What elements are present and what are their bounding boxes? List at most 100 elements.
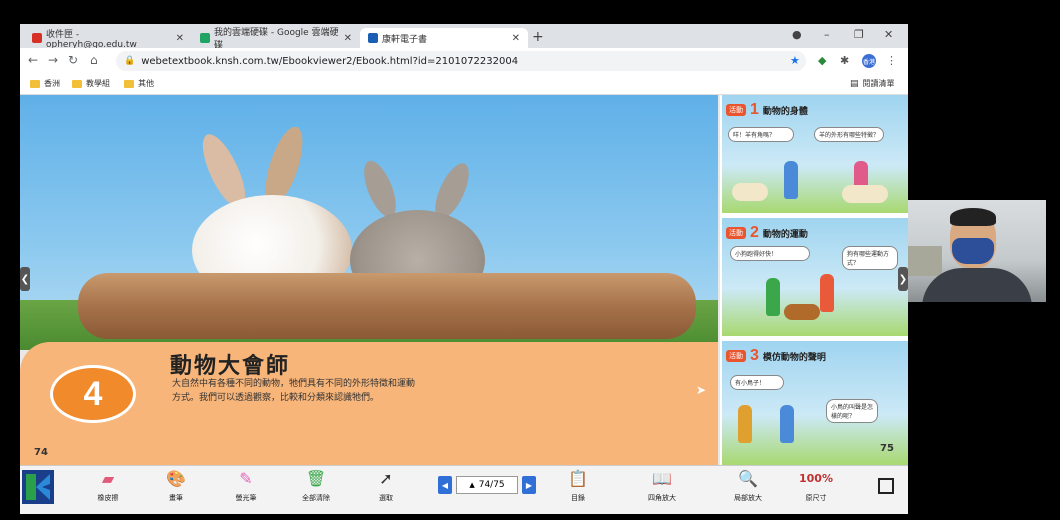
- tool-label: 畫筆: [169, 494, 183, 502]
- tool-label: 選取: [379, 494, 393, 502]
- tab-title: 收件匣 - opheryh@go.edu.tw: [46, 29, 137, 50]
- speech-bubble: 小鳥的叫聲是怎樣的呢？: [826, 399, 878, 423]
- folder-icon: [124, 79, 134, 88]
- activity-number: 2: [750, 224, 759, 241]
- address-bar[interactable]: 🔒 webetextbook.knsh.com.tw/Ebookviewer2/…: [116, 51, 806, 71]
- drive-icon: [200, 33, 210, 43]
- extension-icon[interactable]: ◆: [818, 54, 826, 67]
- select-button[interactable]: ➚ 選取: [358, 468, 414, 503]
- tool-label: 四角放大: [648, 494, 676, 502]
- activity-title: 動物的運動: [762, 229, 808, 240]
- clear-all-button[interactable]: 🗑 全部清除: [288, 468, 344, 503]
- new-tab-icon[interactable]: +: [532, 29, 544, 45]
- bookmark-label: 其他: [138, 79, 154, 88]
- next-page-button[interactable]: ▶: [522, 476, 536, 494]
- activity-number: 1: [750, 101, 759, 118]
- tool-label: 原尺寸: [805, 494, 827, 502]
- lesson-number: 4: [50, 365, 136, 423]
- activity-panel-3: 活動 3 模仿動物的聲明 有小鳥子！ 小鳥的叫聲是怎樣的呢？ 75: [722, 341, 908, 468]
- mouse-cursor-icon: ➤: [696, 383, 707, 397]
- cursor-icon: ➚: [379, 469, 393, 488]
- profile-avatar[interactable]: 香港: [862, 54, 876, 68]
- toc-button[interactable]: 📋 目錄: [550, 468, 606, 503]
- book-icon: 📖: [652, 469, 672, 488]
- tab-title: 康軒電子書: [382, 34, 428, 45]
- tab-strip: 收件匣 - opheryh@go.edu.tw ✕ 我的雲端硬碟 - Googl…: [20, 24, 908, 51]
- child-figure: [738, 405, 752, 443]
- next-page-arrow[interactable]: ❯: [898, 267, 908, 291]
- highlighter-button[interactable]: ✎ 螢光筆: [218, 468, 274, 503]
- eraser-icon: ▰: [101, 469, 115, 488]
- toc-icon: 📋: [568, 469, 588, 488]
- activity-panel-1: 活動 1 動物的身體 咩！羊有角嗎？ 羊的外形有哪些特徵？: [722, 95, 908, 216]
- activity-title: 模仿動物的聲明: [762, 352, 826, 363]
- speech-bubble: 有小鳥子！: [730, 375, 784, 390]
- close-tab-icon[interactable]: ✕: [344, 33, 352, 44]
- lesson-text: 大自然中有各種不同的動物，牠們具有不同的外形特徵和運動方式。我們可以透過觀察，比…: [172, 379, 416, 403]
- tab-ebook[interactable]: 康軒電子書 ✕: [360, 28, 528, 48]
- sheep-figure: [732, 183, 768, 201]
- fullscreen-button[interactable]: [878, 478, 894, 494]
- puzzle-icon[interactable]: ✱: [840, 54, 849, 67]
- partial-zoom-button[interactable]: 🔍 局部放大: [720, 468, 776, 503]
- activity-panel-2: 活動 2 動物的運動 小狗跑得好快！ 狗有哪些運動方式？: [722, 218, 908, 339]
- back-icon[interactable]: ←: [28, 53, 38, 67]
- palette-icon: 🎨: [166, 469, 186, 488]
- bookmark-label: 香洲: [44, 79, 60, 88]
- tab-drive[interactable]: 我的雲端硬碟 - Google 雲端硬碟 ✕: [192, 28, 360, 51]
- prev-page-arrow[interactable]: ❮: [20, 267, 30, 291]
- face-mask: [952, 238, 994, 264]
- folder-icon: [72, 79, 82, 88]
- activity-tag: 活動: [726, 227, 746, 239]
- lesson-title: 動物大會師: [170, 353, 291, 379]
- forward-icon[interactable]: →: [48, 53, 58, 67]
- activity-title: 動物的身體: [762, 106, 808, 117]
- prev-page-button[interactable]: ◀: [438, 476, 452, 494]
- eraser-button[interactable]: ▰ 橡皮擦: [80, 468, 136, 503]
- activity-number: 3: [750, 347, 759, 364]
- child-figure: [820, 274, 834, 312]
- page-right: 活動 1 動物的身體 咩！羊有角嗎？ 羊的外形有哪些特徵？ 活動 2 動物的運動…: [720, 95, 908, 468]
- bookmark-star-icon[interactable]: ★: [790, 54, 800, 67]
- actual-size-icon: 100%: [799, 472, 833, 485]
- highlighter-icon: ✎: [239, 469, 253, 488]
- restore-icon[interactable]: ❐: [854, 28, 864, 41]
- gmail-icon: [32, 33, 42, 43]
- ebook-viewer: 4 動物大會師 大自然中有各種不同的動物，牠們具有不同的外形特徵和運動方式。我們…: [20, 95, 908, 468]
- speech-bubble: 羊的外形有哪些特徵？: [814, 127, 884, 142]
- four-corner-zoom-button[interactable]: 📖 四角放大: [634, 468, 690, 503]
- bookmark-label: 教學組: [86, 79, 110, 88]
- menu-kebab-icon[interactable]: ⋮: [886, 54, 897, 67]
- browser-window: 收件匣 - opheryh@go.edu.tw ✕ 我的雲端硬碟 - Googl…: [20, 24, 908, 514]
- bookmark-folder[interactable]: 教學組: [72, 78, 110, 89]
- page-number-right: 75: [880, 443, 894, 454]
- close-tab-icon[interactable]: ✕: [512, 33, 520, 44]
- wooden-log: [78, 273, 696, 339]
- background-furniture: [908, 246, 942, 276]
- speech-bubble: 咩！羊有角嗎？: [728, 127, 794, 142]
- activity-tag: 活動: [726, 350, 746, 362]
- pen-button[interactable]: 🎨 畫筆: [148, 468, 204, 503]
- zoom-icon: 🔍: [738, 469, 758, 488]
- publisher-logo-icon[interactable]: [22, 470, 54, 504]
- reading-list-label: 閱讀清單: [862, 79, 895, 88]
- tool-label: 螢光筆: [235, 494, 257, 502]
- child-figure: [780, 405, 794, 443]
- tab-mail[interactable]: 收件匣 - opheryh@go.edu.tw ✕: [24, 28, 192, 50]
- bookmark-folder[interactable]: 香洲: [30, 78, 60, 89]
- speech-bubble: 小狗跑得好快！: [730, 246, 810, 261]
- page-number-left: 74: [34, 447, 48, 458]
- close-tab-icon[interactable]: ✕: [176, 33, 184, 44]
- bookmark-folder[interactable]: 其他: [124, 78, 154, 89]
- actual-size-button[interactable]: 100% 原尺寸: [788, 468, 844, 503]
- record-icon[interactable]: ●: [792, 28, 802, 41]
- close-window-icon[interactable]: ✕: [884, 28, 893, 41]
- reload-icon[interactable]: ↻: [68, 53, 78, 67]
- minimize-icon[interactable]: –: [824, 28, 830, 41]
- reading-list-button[interactable]: ▤ 閱讀清單: [850, 78, 895, 89]
- bookmarks-bar: 香洲 教學組 其他 ▤ 閱讀清單: [20, 74, 908, 95]
- activity-tag: 活動: [726, 104, 746, 116]
- tool-label: 全部清除: [302, 494, 330, 502]
- home-icon[interactable]: ⌂: [90, 53, 98, 67]
- page-selector[interactable]: ▲ 74/75: [456, 476, 518, 494]
